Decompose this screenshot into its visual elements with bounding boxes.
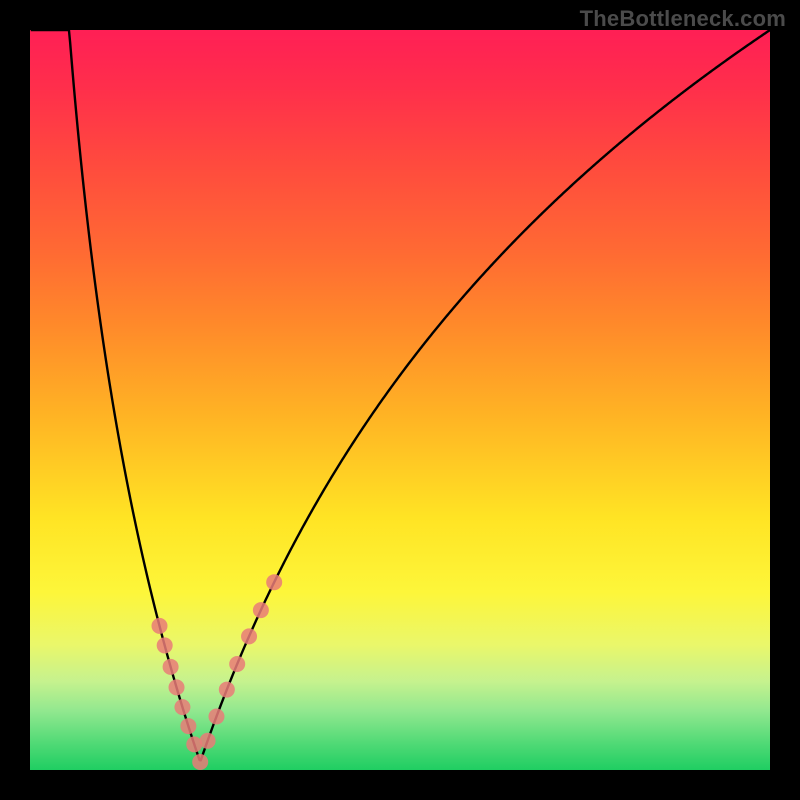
curve-bead: [180, 718, 196, 734]
v-curve-path: [31, 30, 770, 760]
bead-group: [152, 574, 283, 770]
curve-bead: [219, 682, 235, 698]
curve-bead: [157, 637, 173, 653]
curve-bead: [241, 628, 257, 644]
curve-bead: [174, 699, 190, 715]
watermark-text: TheBottleneck.com: [580, 6, 786, 32]
curve-bead: [253, 602, 269, 618]
chart-frame: TheBottleneck.com: [0, 0, 800, 800]
curve-bead: [200, 733, 216, 749]
plot-area: [30, 30, 770, 770]
curve-layer: [30, 30, 770, 770]
curve-bead: [163, 659, 179, 675]
curve-bead: [192, 754, 208, 770]
curve-bead: [266, 574, 282, 590]
curve-bead: [152, 618, 168, 634]
curve-bead: [208, 709, 224, 725]
curve-bead: [169, 679, 185, 695]
curve-bead: [229, 656, 245, 672]
